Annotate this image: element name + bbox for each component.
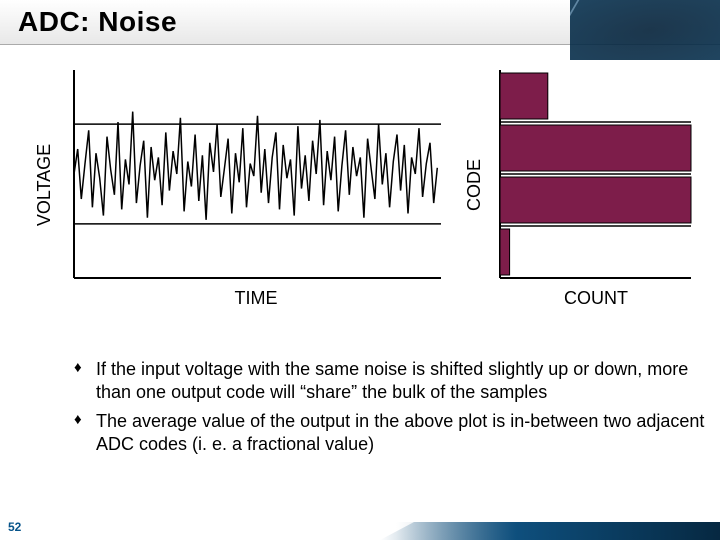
left-x-axis-label: TIME [235,288,278,308]
histogram-bar [500,73,548,119]
histogram-bar [500,125,691,171]
right-y-axis-label: CODE [466,159,484,211]
slide-title: ADC: Noise [18,6,177,38]
page-number: 52 [8,520,21,534]
corner-decoration [570,0,720,60]
code-count-plot: CODE COUNT [466,60,696,310]
footer-bar [0,522,720,540]
plot-area: VOLTAGE TIME CODE COUNT [36,60,696,310]
bullet-item: The average value of the output in the a… [74,410,714,456]
bullet-list: If the input voltage with the same noise… [34,358,714,462]
bullet-item: If the input voltage with the same noise… [74,358,714,404]
histogram-bar [500,229,510,275]
noise-trace [74,112,437,220]
left-y-axis-label: VOLTAGE [36,144,54,226]
slide: ADC: Noise VOLTAGE TIME CODE COUNT If th… [0,0,720,540]
voltage-time-plot: VOLTAGE TIME [36,60,446,310]
right-x-axis-label: COUNT [564,288,628,308]
histogram-bar [500,177,691,223]
